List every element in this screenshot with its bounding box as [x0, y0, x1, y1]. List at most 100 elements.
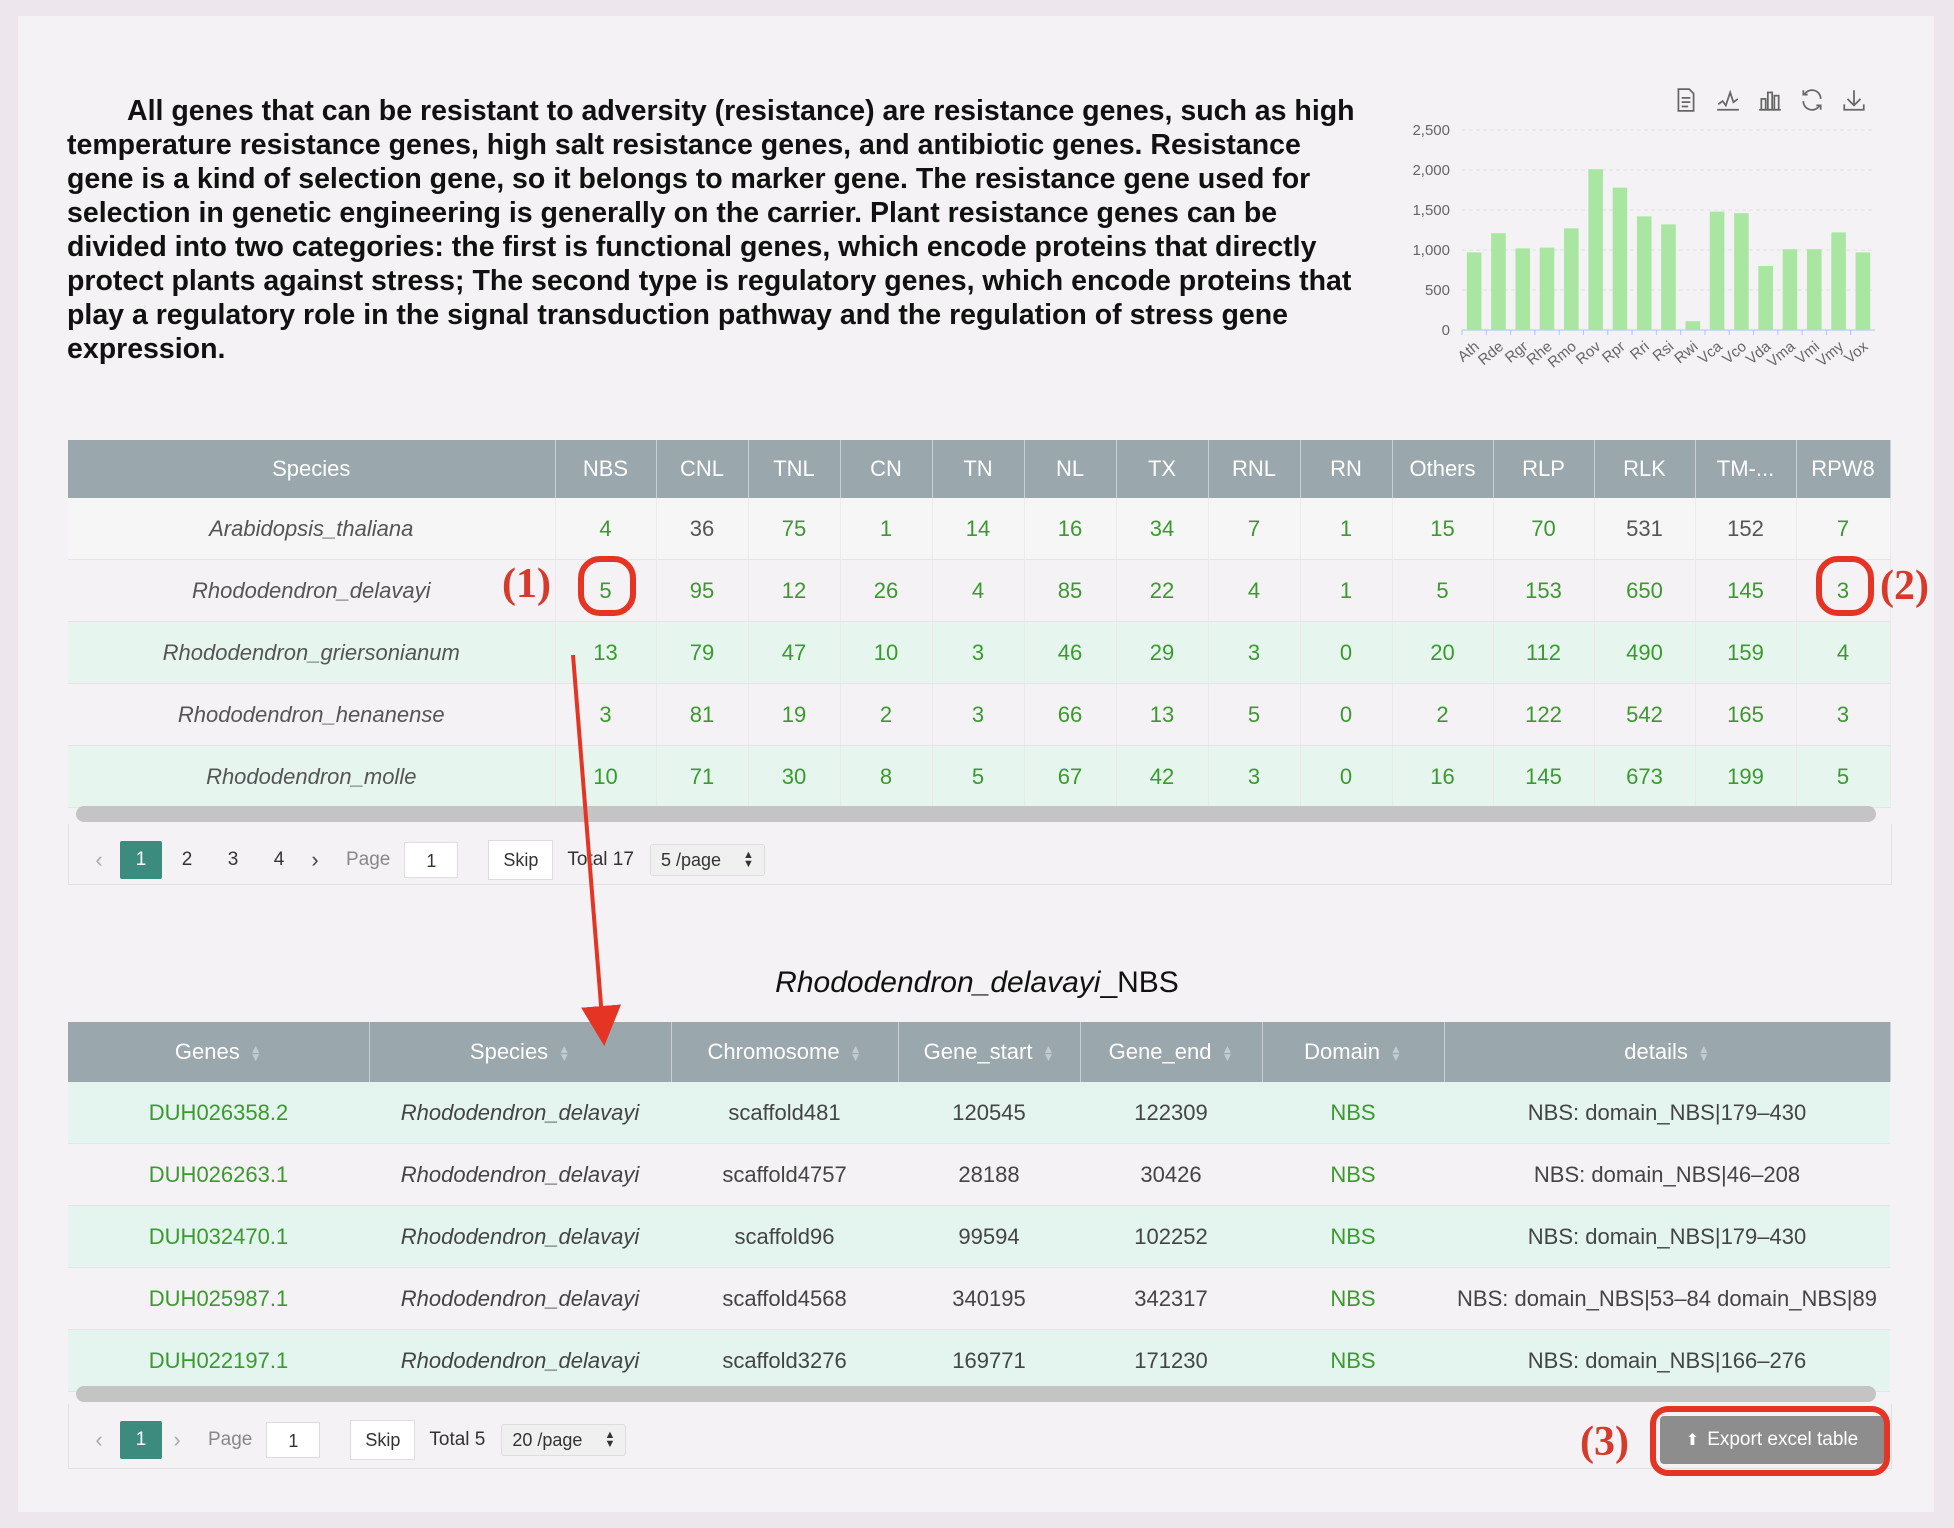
table-row[interactable]: DUH026358.2 Rhododendron_delavayi scaffold…	[68, 1082, 1890, 1144]
count-cell[interactable]: 152	[1695, 498, 1797, 560]
bar[interactable]	[1588, 169, 1603, 330]
bar[interactable]	[1782, 249, 1798, 330]
bar[interactable]	[1685, 321, 1701, 330]
count-cell[interactable]: 2	[1392, 683, 1494, 746]
table-row[interactable]: Arabidopsis_thaliana 4 36 75 1 14 16 34 7 1 15 70 53…	[68, 498, 1891, 560]
count-cell[interactable]: 490	[1594, 621, 1696, 684]
page-size-select[interactable]: 5 /page ▲ ▼	[649, 844, 765, 876]
count-cell[interactable]: 673	[1594, 745, 1696, 808]
column-header[interactable]: Species ▲ ▼	[369, 1022, 672, 1082]
count-cell[interactable]: 4	[932, 559, 1025, 622]
count-cell[interactable]: 5	[1208, 683, 1301, 746]
bar[interactable]	[1564, 228, 1579, 330]
gene-link[interactable]: DUH025987.1	[68, 1267, 369, 1330]
column-header[interactable]: Chromosome ▲ ▼	[671, 1022, 899, 1082]
column-header[interactable]: RLK	[1594, 440, 1696, 498]
column-header[interactable]: Species	[68, 440, 556, 498]
page-number-button[interactable]: 3	[212, 841, 254, 879]
count-cell[interactable]: 75	[748, 498, 841, 560]
bar[interactable]	[1612, 187, 1628, 330]
count-cell[interactable]: 12	[748, 559, 841, 622]
page-jump-input[interactable]: 1	[266, 1422, 321, 1458]
count-cell[interactable]: 199	[1695, 745, 1797, 808]
next-page-icon[interactable]: ›	[300, 847, 330, 873]
count-cell[interactable]: 36	[656, 498, 749, 560]
column-header[interactable]: Gene_end ▲ ▼	[1080, 1022, 1263, 1082]
count-cell[interactable]: 153	[1493, 559, 1595, 622]
column-header[interactable]: RNL	[1208, 440, 1301, 498]
count-cell[interactable]: 10	[840, 621, 933, 684]
column-header[interactable]: CN	[840, 440, 933, 498]
count-cell[interactable]: 5	[932, 745, 1025, 808]
table-row[interactable]: Rhododendron_delavayi 5 95 12 26 4 85 22 4 1 5 153 6…	[68, 559, 1891, 622]
count-cell[interactable]: 67	[1024, 745, 1117, 808]
prev-page-icon[interactable]: ‹	[84, 1427, 114, 1453]
gene-link[interactable]: DUH026358.2	[68, 1082, 369, 1144]
count-cell[interactable]: 0	[1300, 621, 1393, 684]
count-cell[interactable]: 13	[1116, 683, 1209, 746]
column-header[interactable]: TNL	[748, 440, 841, 498]
bar[interactable]	[1709, 211, 1725, 330]
count-cell[interactable]: 20	[1392, 621, 1494, 684]
table-row[interactable]: DUH025987.1 Rhododendron_delavayi scaffold…	[68, 1267, 1890, 1330]
count-cell[interactable]: 159	[1695, 621, 1797, 684]
count-cell[interactable]: 650	[1594, 559, 1696, 622]
count-cell[interactable]: 16	[1024, 498, 1117, 560]
count-cell[interactable]: 14	[932, 498, 1025, 560]
column-header[interactable]: RPW8	[1796, 440, 1891, 498]
count-cell[interactable]: 15	[1392, 498, 1494, 560]
count-cell[interactable]: 19	[748, 683, 841, 746]
count-cell[interactable]: 112	[1493, 621, 1595, 684]
prev-page-icon[interactable]: ‹	[84, 847, 114, 873]
next-page-icon[interactable]: ›	[162, 1427, 192, 1453]
count-cell[interactable]: 22	[1116, 559, 1209, 622]
count-cell[interactable]: 16	[1392, 745, 1494, 808]
count-cell[interactable]: 0	[1300, 745, 1393, 808]
count-cell[interactable]: 70	[1493, 498, 1595, 560]
count-cell[interactable]: 145	[1695, 559, 1797, 622]
count-cell[interactable]: 122	[1493, 683, 1595, 746]
gene-link[interactable]: DUH032470.1	[68, 1205, 369, 1268]
count-cell[interactable]: 95	[656, 559, 749, 622]
gene-link[interactable]: DUH022197.1	[68, 1329, 369, 1392]
count-cell[interactable]: 81	[656, 683, 749, 746]
column-header[interactable]: Others	[1392, 440, 1494, 498]
table-row[interactable]: DUH026263.1 Rhododendron_delavayi scaffold…	[68, 1143, 1890, 1206]
count-cell[interactable]: 42	[1116, 745, 1209, 808]
count-cell[interactable]: 3	[1208, 745, 1301, 808]
bar[interactable]	[1831, 232, 1846, 330]
count-cell[interactable]: 3	[932, 683, 1025, 746]
count-cell[interactable]: 3	[555, 683, 657, 746]
page-number-button[interactable]: 4	[258, 841, 300, 879]
bar[interactable]	[1636, 216, 1652, 330]
count-cell[interactable]: 1	[1300, 559, 1393, 622]
table-row[interactable]: DUH032470.1 Rhododendron_delavayi scaffold…	[68, 1205, 1890, 1268]
count-cell[interactable]: 8	[840, 745, 933, 808]
bar[interactable]	[1734, 213, 1749, 330]
count-cell[interactable]: 29	[1116, 621, 1209, 684]
column-header[interactable]: NBS	[555, 440, 657, 498]
count-cell[interactable]: 47	[748, 621, 841, 684]
count-cell[interactable]: 5	[1796, 745, 1891, 808]
column-header[interactable]: TM-...	[1695, 440, 1797, 498]
column-header[interactable]: Gene_start ▲ ▼	[898, 1022, 1081, 1082]
count-cell[interactable]: 71	[656, 745, 749, 808]
count-cell[interactable]: 542	[1594, 683, 1696, 746]
count-cell[interactable]: 3	[1208, 621, 1301, 684]
column-header[interactable]: TX	[1116, 440, 1209, 498]
column-header[interactable]: details ▲ ▼	[1444, 1022, 1891, 1082]
count-cell[interactable]: 13	[555, 621, 657, 684]
skip-button[interactable]: Skip	[488, 840, 554, 880]
sort-icon[interactable]: ▲ ▼	[1390, 1043, 1402, 1063]
column-header[interactable]: NL	[1024, 440, 1117, 498]
count-cell[interactable]: 10	[555, 745, 657, 808]
count-cell[interactable]: 0	[1300, 683, 1393, 746]
count-cell[interactable]: 7	[1208, 498, 1301, 560]
bar[interactable]	[1466, 252, 1482, 330]
bar[interactable]	[1806, 249, 1822, 330]
bar[interactable]	[1491, 233, 1506, 330]
column-header[interactable]: RLP	[1493, 440, 1595, 498]
gene-link[interactable]: DUH026263.1	[68, 1143, 369, 1206]
page-number-button[interactable]: 2	[166, 841, 208, 879]
count-cell[interactable]: 165	[1695, 683, 1797, 746]
